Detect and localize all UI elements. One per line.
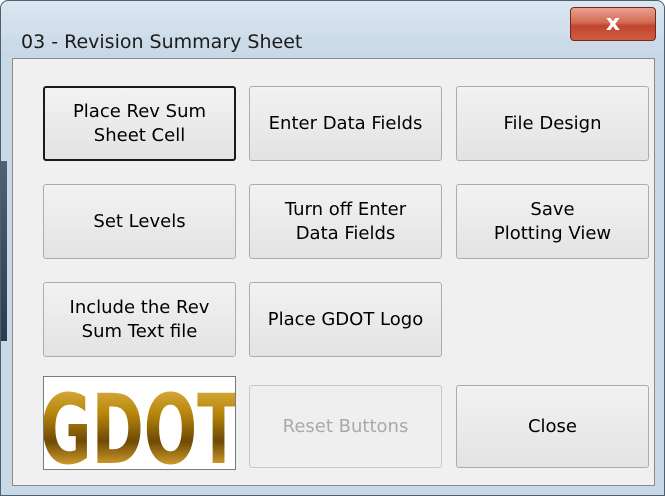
place-rev-sum-sheet-cell-button[interactable]: Place Rev Sum Sheet Cell	[43, 86, 236, 161]
place-gdot-logo-button[interactable]: Place GDOT Logo	[249, 282, 442, 357]
close-window-button[interactable]: x	[570, 7, 656, 41]
set-levels-button[interactable]: Set Levels	[43, 184, 236, 259]
gdot-logo: GDOT	[43, 376, 236, 470]
dialog-window: 03 - Revision Summary Sheet x Place Rev …	[0, 0, 665, 496]
gdot-logo-image: GDOT	[44, 377, 236, 470]
enter-data-fields-button[interactable]: Enter Data Fields	[249, 86, 442, 161]
save-plotting-view-button[interactable]: Save Plotting View	[456, 184, 649, 259]
button-panel: Place Rev Sum Sheet Cell Enter Data Fiel…	[12, 58, 655, 486]
reset-buttons-button[interactable]: Reset Buttons	[249, 385, 442, 468]
title-bar[interactable]: 03 - Revision Summary Sheet x	[1, 1, 664, 57]
close-button[interactable]: Close	[456, 385, 649, 468]
file-design-button[interactable]: File Design	[456, 86, 649, 161]
turn-off-enter-data-fields-button[interactable]: Turn off Enter Data Fields	[249, 184, 442, 259]
window-title: 03 - Revision Summary Sheet	[21, 31, 303, 53]
include-rev-sum-text-file-button[interactable]: Include the Rev Sum Text file	[43, 282, 236, 357]
svg-text:GDOT: GDOT	[44, 377, 236, 470]
close-icon: x	[605, 11, 621, 36]
